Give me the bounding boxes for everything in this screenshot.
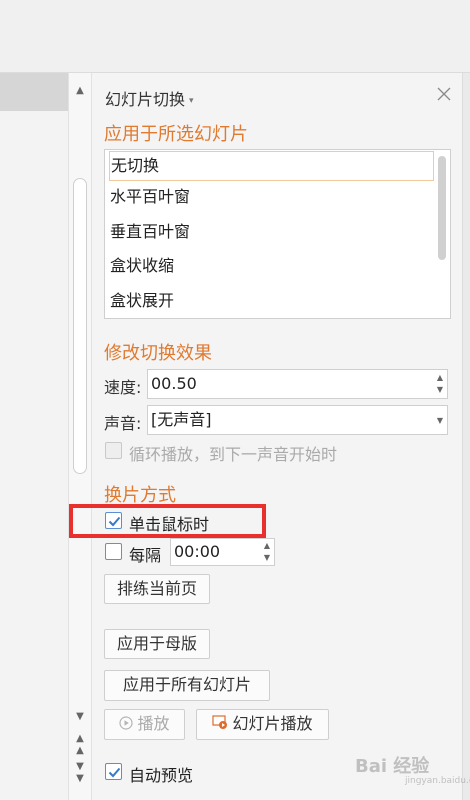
spin-arrows-icon[interactable]: ▲ ▼	[435, 372, 445, 396]
panel-title[interactable]: 幻灯片切换 ▾	[105, 86, 194, 110]
auto-preview-checkbox[interactable]	[105, 763, 122, 780]
sound-value: [无声音]	[151, 410, 212, 429]
transition-item[interactable]: 盒状收缩	[109, 252, 434, 282]
baidu-watermark: Bai 经验	[355, 756, 430, 777]
every-label: 每隔	[129, 546, 162, 565]
panel-title-text: 幻灯片切换	[105, 90, 186, 109]
scrollbar-thumb[interactable]	[73, 178, 87, 474]
slide-thumbnail-selected[interactable]	[0, 73, 68, 111]
speed-value: 00.50	[151, 374, 197, 393]
spin-arrows-icon[interactable]: ▲ ▼	[262, 540, 272, 564]
speed-label: 速度:	[104, 378, 142, 397]
apply-to-all-button[interactable]: 应用于所有幻灯片	[104, 670, 270, 701]
scroll-up-icon[interactable]: ▲	[69, 85, 91, 97]
apply-to-master-button[interactable]: 应用于母版	[104, 629, 210, 659]
annotation-highlight-box	[69, 504, 266, 538]
every-time-value: 00:00	[174, 542, 221, 561]
modify-section-title: 修改切换效果	[104, 343, 212, 364]
transition-item[interactable]: 垂直百叶窗	[109, 218, 434, 248]
sound-select[interactable]: [无声音] ▼	[147, 405, 448, 435]
play-icon	[119, 711, 134, 739]
editor-vertical-scrollbar[interactable]: ▲ ▼ ▲ ▲ ▼ ▼	[68, 73, 92, 800]
loop-checkbox[interactable]	[105, 442, 122, 459]
transition-item[interactable]: 无切换	[109, 151, 434, 181]
auto-preview-label: 自动预览	[129, 766, 194, 785]
dropdown-caret-icon: ▾	[189, 95, 194, 106]
previous-slide-icon[interactable]: ▲ ▲	[69, 733, 91, 757]
play-button[interactable]: 播放	[104, 709, 185, 740]
slideshow-icon	[212, 711, 228, 739]
play-label: 播放	[137, 714, 170, 733]
apply-section-title: 应用于所选幻灯片	[104, 124, 248, 145]
every-time-spinbox[interactable]: 00:00 ▲ ▼	[170, 538, 275, 566]
close-icon[interactable]	[436, 86, 452, 102]
list-scrollbar[interactable]	[436, 152, 448, 316]
scroll-down-icon[interactable]: ▼	[69, 711, 91, 723]
slideshow-button[interactable]: 幻灯片播放	[196, 709, 329, 740]
every-checkbox[interactable]	[105, 543, 122, 560]
chevron-down-icon[interactable]: ▼	[435, 415, 445, 427]
window-top-area	[0, 0, 470, 72]
transition-item[interactable]: 盒状展开	[109, 287, 434, 317]
panel-right-edge	[462, 73, 470, 800]
transition-item[interactable]: 水平百叶窗	[109, 183, 434, 213]
speed-spinbox[interactable]: 00.50 ▲ ▼	[147, 369, 448, 399]
sound-label: 声音:	[104, 414, 142, 433]
list-scrollbar-thumb[interactable]	[438, 156, 446, 260]
slideshow-label: 幻灯片播放	[232, 714, 313, 733]
next-slide-icon[interactable]: ▼ ▼	[69, 761, 91, 785]
loop-label: 循环播放，到下一声音开始时	[129, 445, 338, 464]
slide-pane	[0, 73, 68, 800]
rehearse-button[interactable]: 排练当前页	[104, 574, 210, 604]
checkmark-icon	[108, 767, 121, 778]
baidu-watermark-url: jingyan.baidu.com	[405, 776, 470, 786]
transition-list[interactable]: 无切换 水平百叶窗 垂直百叶窗 盒状收缩 盒状展开	[104, 149, 451, 319]
